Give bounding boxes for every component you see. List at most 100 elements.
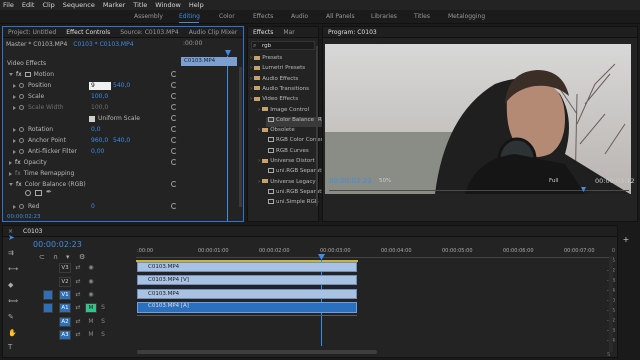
- tab-markers[interactable]: Mar: [278, 29, 299, 36]
- sync-lock-icon[interactable]: ⇄: [75, 292, 81, 298]
- workspace-color[interactable]: Color: [219, 13, 235, 20]
- mute-a2-button[interactable]: M: [88, 319, 94, 325]
- track-label-a3[interactable]: A3: [59, 330, 71, 340]
- track-label-v3[interactable]: V3: [59, 263, 71, 273]
- ripple-edit-tool-icon[interactable]: ⟷: [8, 265, 18, 273]
- slip-tool-icon[interactable]: ⟺: [8, 297, 18, 305]
- chevron-right-icon[interactable]: ›: [258, 107, 260, 113]
- stopwatch-icon[interactable]: [19, 94, 24, 99]
- clip-v2[interactable]: C0103.MP4 [V]: [137, 275, 357, 285]
- resolution-select[interactable]: Full: [549, 178, 558, 184]
- mute-a3-button[interactable]: M: [88, 332, 94, 338]
- effects-tree-item[interactable]: › Presets: [250, 55, 310, 65]
- menu-sequence[interactable]: Sequence: [63, 1, 95, 9]
- reset-scale-width-icon[interactable]: [171, 104, 177, 110]
- video-frame[interactable]: [325, 44, 631, 194]
- workspace-effects[interactable]: Effects: [253, 13, 273, 20]
- clip-a1[interactable]: C0103.MP4 [A]: [137, 302, 357, 313]
- reset-anchor-icon[interactable]: [171, 137, 177, 143]
- linked-selection-icon[interactable]: ∩: [53, 253, 58, 261]
- stopwatch-icon[interactable]: [19, 204, 24, 209]
- pen-tool-icon[interactable]: ✎: [8, 313, 14, 321]
- chevron-right-icon[interactable]: ›: [250, 86, 252, 92]
- menu-file[interactable]: File: [3, 1, 14, 9]
- zoom-select[interactable]: 50%: [379, 178, 391, 184]
- menu-marker[interactable]: Marker: [103, 1, 125, 9]
- antiflicker-value[interactable]: 0,00: [91, 148, 104, 155]
- position-y-value[interactable]: 540,0: [113, 82, 130, 89]
- stopwatch-icon[interactable]: [19, 83, 24, 88]
- chevron-right-icon[interactable]: ›: [250, 65, 252, 71]
- workspace-all-panels[interactable]: All Panels: [326, 13, 355, 20]
- tab-project[interactable]: Project: Untitled: [3, 29, 61, 36]
- reset-motion-icon[interactable]: [171, 71, 177, 77]
- effects-tree-item[interactable]: › Image Control: [258, 107, 318, 117]
- menu-edit[interactable]: Edit: [22, 1, 35, 9]
- expand-icon[interactable]: [9, 73, 13, 76]
- reset-color-balance-icon[interactable]: [171, 181, 177, 187]
- track-label-v1[interactable]: V1: [59, 290, 71, 300]
- effects-tree-item[interactable]: › Universe Legacy: [258, 179, 318, 189]
- menu-title[interactable]: Title: [133, 1, 147, 9]
- reset-rotation-icon[interactable]: [171, 126, 177, 132]
- menu-window[interactable]: Window: [155, 1, 181, 9]
- chevron-right-icon[interactable]: ›: [258, 127, 260, 133]
- add-marker-icon[interactable]: ▾: [66, 253, 70, 261]
- expand-icon[interactable]: [13, 204, 16, 209]
- source-patch-v1[interactable]: [43, 290, 53, 300]
- sync-lock-icon[interactable]: ⇄: [75, 305, 81, 311]
- sync-lock-icon[interactable]: ⇄: [75, 332, 81, 338]
- meter-solo-s[interactable]: S: [607, 352, 610, 358]
- program-timecode[interactable]: 00:00:02:23: [329, 177, 372, 185]
- red-value[interactable]: 0: [91, 203, 95, 210]
- timeline-timecode[interactable]: 00:00:02:23: [33, 240, 82, 249]
- workspace-audio[interactable]: Audio: [291, 13, 308, 20]
- tab-source[interactable]: Source: C0103.MP4: [115, 29, 184, 36]
- clip-v3[interactable]: C0103.MP4: [137, 262, 357, 272]
- timeline-horizontal-scrollbar[interactable]: [137, 350, 377, 354]
- track-label-a2[interactable]: A2: [59, 317, 71, 327]
- ec-scrollbar[interactable]: [239, 67, 242, 207]
- expand-icon[interactable]: [13, 138, 16, 143]
- time-remapping-row[interactable]: fx Time Remapping: [9, 168, 74, 179]
- chevron-right-icon[interactable]: ›: [250, 96, 252, 102]
- expand-icon[interactable]: [13, 149, 16, 154]
- expand-icon[interactable]: [13, 83, 16, 88]
- scale-value[interactable]: 100,0: [91, 93, 108, 100]
- effects-tree-item[interactable]: › Lumetri Presets: [250, 65, 310, 75]
- button-editor-icon[interactable]: +: [621, 235, 631, 245]
- track-label-a1[interactable]: A1: [59, 303, 71, 313]
- effects-search-input[interactable]: rgb: [251, 41, 315, 50]
- chevron-right-icon[interactable]: ›: [258, 158, 260, 164]
- effects-tree-item[interactable]: › Obsolete: [258, 127, 318, 137]
- snap-icon[interactable]: ⊂: [39, 253, 45, 261]
- settings-icon[interactable]: ⚙: [79, 253, 85, 261]
- effects-tree-item[interactable]: › Video Effects: [250, 96, 310, 106]
- hand-tool-icon[interactable]: ✋: [8, 329, 17, 337]
- reset-scale-icon[interactable]: [171, 93, 177, 99]
- anchor-x-value[interactable]: 960,0: [91, 137, 108, 144]
- solo-icon[interactable]: S: [100, 332, 106, 338]
- stopwatch-icon[interactable]: [19, 127, 24, 132]
- ec-playhead-icon[interactable]: [225, 50, 231, 56]
- type-tool-icon[interactable]: T: [8, 343, 12, 351]
- uniform-scale-checkbox[interactable]: [89, 115, 95, 122]
- opacity-row[interactable]: fx Opacity: [9, 157, 47, 168]
- timeline-tab[interactable]: C0103: [18, 228, 47, 235]
- position-x-input[interactable]: 9: [89, 82, 111, 90]
- solo-icon[interactable]: S: [100, 319, 106, 325]
- expand-icon[interactable]: [9, 160, 12, 165]
- eye-icon[interactable]: ◉: [88, 292, 94, 298]
- expand-icon[interactable]: [13, 94, 16, 99]
- eye-icon[interactable]: ◉: [88, 279, 94, 285]
- reset-red-icon[interactable]: [171, 203, 177, 209]
- tab-effect-controls[interactable]: Effect Controls: [61, 29, 115, 36]
- effects-tree-item[interactable]: › Universe Distort: [258, 158, 318, 168]
- selection-tool-icon[interactable]: ➤: [8, 233, 15, 242]
- effects-tree-item[interactable]: › Audio Effects: [250, 76, 310, 86]
- ec-timecode[interactable]: 00:00:02:23: [7, 214, 41, 220]
- track-label-v2[interactable]: V2: [59, 277, 71, 287]
- reset-antiflicker-icon[interactable]: [171, 148, 177, 154]
- source-patch-a1[interactable]: [43, 303, 53, 313]
- menu-clip[interactable]: Clip: [42, 1, 54, 9]
